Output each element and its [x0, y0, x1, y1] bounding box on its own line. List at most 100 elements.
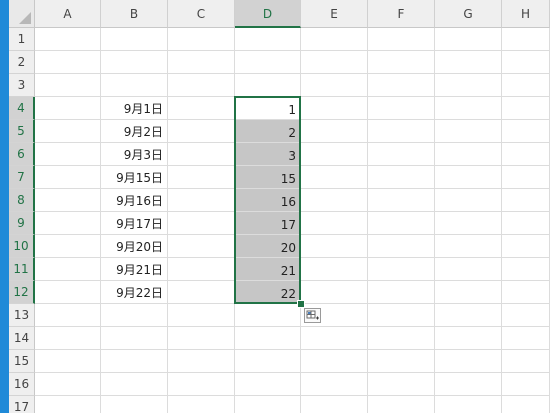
cell-f13[interactable] [368, 304, 435, 327]
cell-h16[interactable] [502, 373, 550, 396]
cell-e6[interactable] [301, 143, 368, 166]
quick-analysis-button[interactable] [304, 308, 321, 323]
cell-f10[interactable] [368, 235, 435, 258]
cell-b8[interactable]: 9月16日 [101, 189, 168, 212]
cell-f8[interactable] [368, 189, 435, 212]
column-header-a[interactable]: A [35, 0, 101, 28]
cell-h9[interactable] [502, 212, 550, 235]
cell-e14[interactable] [301, 327, 368, 350]
cell-b11[interactable]: 9月21日 [101, 258, 168, 281]
cell-e5[interactable] [301, 120, 368, 143]
row-header-1[interactable]: 1 [9, 28, 35, 51]
column-header-e[interactable]: E [301, 0, 368, 28]
cell-e16[interactable] [301, 373, 368, 396]
cell-d9[interactable]: 17 [235, 212, 301, 235]
cell-a14[interactable] [35, 327, 101, 350]
cell-f6[interactable] [368, 143, 435, 166]
cell-c1[interactable] [168, 28, 235, 51]
cell-a5[interactable] [35, 120, 101, 143]
cell-b6[interactable]: 9月3日 [101, 143, 168, 166]
cell-h17[interactable] [502, 396, 550, 413]
cell-c17[interactable] [168, 396, 235, 413]
cell-h4[interactable] [502, 97, 550, 120]
cell-c12[interactable] [168, 281, 235, 304]
cell-d8[interactable]: 16 [235, 189, 301, 212]
row-header-5[interactable]: 5 [9, 120, 35, 143]
row-header-14[interactable]: 14 [9, 327, 35, 350]
cell-g2[interactable] [435, 51, 502, 74]
cell-c14[interactable] [168, 327, 235, 350]
cell-c10[interactable] [168, 235, 235, 258]
cell-g12[interactable] [435, 281, 502, 304]
cell-e2[interactable] [301, 51, 368, 74]
cell-g17[interactable] [435, 396, 502, 413]
row-header-17[interactable]: 17 [9, 396, 35, 413]
column-header-f[interactable]: F [368, 0, 435, 28]
cell-h11[interactable] [502, 258, 550, 281]
cell-e7[interactable] [301, 166, 368, 189]
cell-a17[interactable] [35, 396, 101, 413]
cell-a9[interactable] [35, 212, 101, 235]
cell-d5[interactable]: 2 [235, 120, 301, 143]
cell-g5[interactable] [435, 120, 502, 143]
cell-a1[interactable] [35, 28, 101, 51]
cell-g10[interactable] [435, 235, 502, 258]
cell-h6[interactable] [502, 143, 550, 166]
row-header-16[interactable]: 16 [9, 373, 35, 396]
cell-b14[interactable] [101, 327, 168, 350]
cell-c7[interactable] [168, 166, 235, 189]
cell-g3[interactable] [435, 74, 502, 97]
cell-a4[interactable] [35, 97, 101, 120]
cell-h12[interactable] [502, 281, 550, 304]
cell-b9[interactable]: 9月17日 [101, 212, 168, 235]
cell-c6[interactable] [168, 143, 235, 166]
row-header-10[interactable]: 10 [9, 235, 35, 258]
cell-f4[interactable] [368, 97, 435, 120]
cell-g7[interactable] [435, 166, 502, 189]
cell-g11[interactable] [435, 258, 502, 281]
cell-d2[interactable] [235, 51, 301, 74]
row-header-7[interactable]: 7 [9, 166, 35, 189]
cell-h8[interactable] [502, 189, 550, 212]
cell-f17[interactable] [368, 396, 435, 413]
cell-d3[interactable] [235, 74, 301, 97]
cell-e8[interactable] [301, 189, 368, 212]
cell-a13[interactable] [35, 304, 101, 327]
cell-a7[interactable] [35, 166, 101, 189]
row-header-12[interactable]: 12 [9, 281, 35, 304]
cell-c16[interactable] [168, 373, 235, 396]
cell-f12[interactable] [368, 281, 435, 304]
cell-g6[interactable] [435, 143, 502, 166]
cell-a8[interactable] [35, 189, 101, 212]
row-header-13[interactable]: 13 [9, 304, 35, 327]
cell-g4[interactable] [435, 97, 502, 120]
cell-e3[interactable] [301, 74, 368, 97]
cell-e1[interactable] [301, 28, 368, 51]
cell-a11[interactable] [35, 258, 101, 281]
cell-d1[interactable] [235, 28, 301, 51]
cell-h1[interactable] [502, 28, 550, 51]
cell-f3[interactable] [368, 74, 435, 97]
cell-d7[interactable]: 15 [235, 166, 301, 189]
row-header-4[interactable]: 4 [9, 97, 35, 120]
cell-b1[interactable] [101, 28, 168, 51]
cell-d4[interactable]: 1 [235, 97, 301, 120]
cell-c13[interactable] [168, 304, 235, 327]
cell-g13[interactable] [435, 304, 502, 327]
cell-d11[interactable]: 21 [235, 258, 301, 281]
cell-h3[interactable] [502, 74, 550, 97]
cell-f5[interactable] [368, 120, 435, 143]
cell-a3[interactable] [35, 74, 101, 97]
column-header-g[interactable]: G [435, 0, 502, 28]
cell-g14[interactable] [435, 327, 502, 350]
cell-a2[interactable] [35, 51, 101, 74]
cell-h14[interactable] [502, 327, 550, 350]
cell-a15[interactable] [35, 350, 101, 373]
cell-h15[interactable] [502, 350, 550, 373]
row-header-2[interactable]: 2 [9, 51, 35, 74]
cell-c4[interactable] [168, 97, 235, 120]
select-all-button[interactable] [9, 0, 35, 28]
cell-d15[interactable] [235, 350, 301, 373]
row-header-15[interactable]: 15 [9, 350, 35, 373]
cell-e4[interactable] [301, 97, 368, 120]
